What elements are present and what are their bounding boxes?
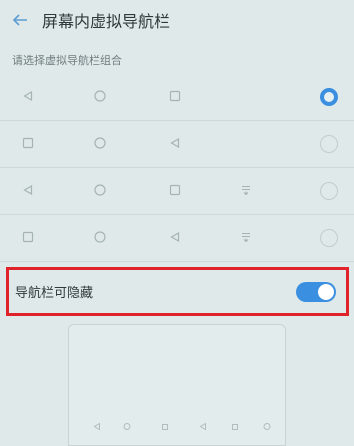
preview-recent-square-icon (162, 416, 169, 435)
recent-square-icon (22, 231, 34, 245)
nav-bar-hideable-row: 导航栏可隐藏 (6, 267, 349, 316)
preview-home-circle-icon (123, 416, 131, 435)
recent-square-icon (169, 184, 181, 198)
home-circle-icon (94, 184, 106, 198)
back-triangle-icon (23, 184, 33, 197)
nav-bar-hideable-toggle[interactable] (296, 281, 336, 302)
header: 屏幕内虚拟导航栏 (0, 0, 354, 40)
home-circle-icon (94, 231, 106, 245)
nav-option-2-radio[interactable] (320, 135, 338, 153)
recent-square-icon (22, 137, 34, 151)
preview-back-triangle-icon (93, 416, 101, 435)
nav-option-4[interactable] (0, 215, 354, 262)
toggle-knob (318, 283, 334, 300)
nav-option-4-radio[interactable] (320, 229, 338, 247)
back-triangle-icon (23, 90, 33, 103)
preview-recent-square-icon (232, 416, 239, 435)
notification-pulldown-icon (241, 185, 251, 198)
nav-option-1[interactable] (0, 74, 354, 121)
notification-pulldown-icon (241, 232, 251, 245)
nav-bar-hideable-label: 导航栏可隐藏 (15, 286, 94, 301)
recent-square-icon (169, 90, 181, 104)
page-title: 屏幕内虚拟导航栏 (42, 12, 171, 31)
nav-option-3[interactable] (0, 168, 354, 215)
back-triangle-icon (170, 231, 180, 244)
section-label: 请选择虚拟导航栏组合 (12, 54, 122, 67)
nav-option-2[interactable] (0, 121, 354, 168)
preview-back-triangle-icon (199, 416, 207, 435)
nav-option-1-radio[interactable] (320, 88, 338, 106)
back-triangle-icon (170, 137, 180, 150)
preview-nav-bar (69, 415, 285, 435)
phone-preview (68, 324, 286, 446)
nav-options-list (0, 74, 354, 262)
home-circle-icon (94, 137, 106, 151)
nav-option-3-radio[interactable] (320, 182, 338, 200)
home-circle-icon (94, 90, 106, 104)
back-arrow-icon[interactable] (0, 0, 40, 40)
preview-home-circle-icon (263, 416, 271, 435)
